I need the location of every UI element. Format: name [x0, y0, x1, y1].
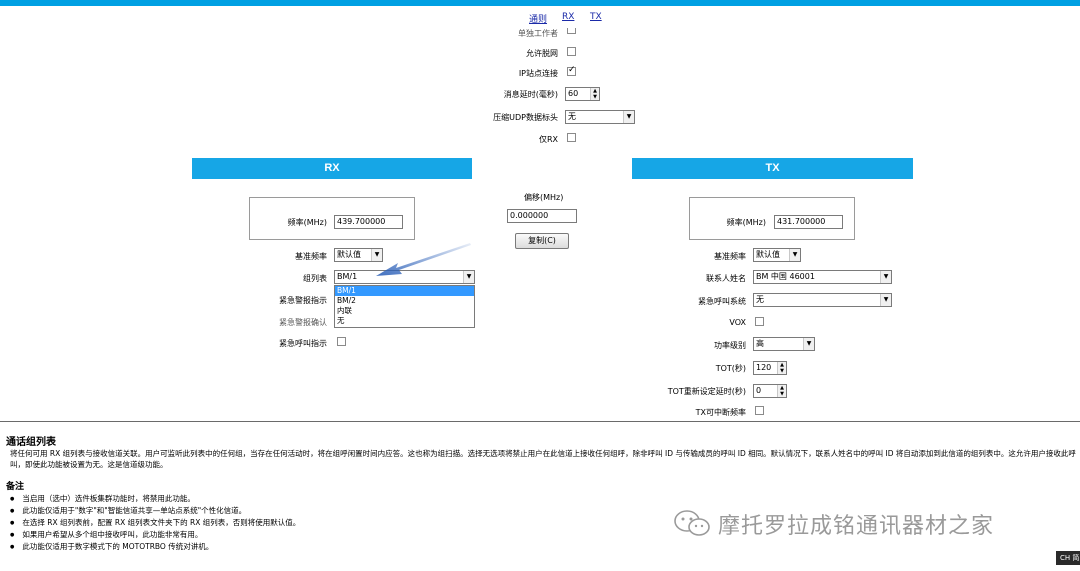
tx-freq-value: 431.700000 — [777, 217, 826, 226]
tx-power-label: 功率级别 — [714, 341, 746, 350]
offset-value: 0.000000 — [510, 211, 549, 220]
tx-contact-select[interactable]: BM 中国 46001 ▼ — [753, 270, 892, 284]
compress-udp-value: 无 — [568, 112, 576, 121]
nav-general-link[interactable]: 通则 — [529, 15, 547, 25]
tx-tot-rekey-value: 0 — [756, 386, 762, 395]
standalone-checkbox[interactable] — [567, 28, 576, 34]
tx-emergency-system-label: 紧急呼叫系统 — [698, 297, 746, 306]
help-panel: 通话组列表 将任何可用 RX 组列表与接收信道关联。用户可监听此列表中的任何组，… — [0, 422, 1080, 571]
annotation-arrow-icon — [376, 243, 471, 276]
list-item: 此功能仅适用于数字模式下的 MOTOTRBO 传统对讲机。 — [10, 541, 710, 553]
compress-udp-select[interactable]: 无 ▼ — [565, 110, 635, 124]
tx-tot-input[interactable]: 120 ▲ ▼ — [753, 361, 787, 375]
rx-emergency-alarm-ack-label: 紧急警报确认 — [279, 318, 327, 327]
watermark-text: 摩托罗拉成铭通讯器材之家 — [718, 514, 995, 539]
ime-indicator[interactable]: CH 简 — [1056, 551, 1080, 565]
tx-tot-spinner[interactable]: ▲ ▼ — [777, 362, 786, 374]
msg-timeout-value: 60 — [568, 89, 579, 98]
list-item: 此功能仅适用于"数字"和"智能信道共享—单站点系统"个性化信道。 — [10, 505, 710, 517]
rx-emergency-alarm-ind-label: 紧急警报指示 — [279, 296, 327, 305]
help-notes-list: 当启用（选中）选件板集群功能时，将禁用此功能。 此功能仅适用于"数字"和"智能信… — [10, 493, 710, 553]
nav-tx-link[interactable]: TX — [590, 12, 602, 22]
rx-only-checkbox[interactable] — [567, 133, 576, 142]
ip-site-connect-checkbox[interactable] — [567, 65, 576, 76]
tx-ref-freq-label: 基准频率 — [714, 252, 746, 261]
tx-ref-freq-value: 默认值 — [756, 250, 780, 259]
rx-freq-input[interactable]: 439.700000 — [334, 215, 403, 229]
tx-emergency-system-value: 无 — [756, 295, 764, 304]
rx-ref-freq-label: 基准频率 — [295, 252, 327, 261]
copy-button[interactable]: 复制(C) — [515, 233, 569, 249]
tx-interrupt-checkbox[interactable] — [755, 406, 764, 415]
rx-group-list-label: 组列表 — [303, 274, 327, 283]
list-item: 在选择 RX 组列表前，配置 RX 组列表文件夹下的 RX 组列表，否则将使用默… — [10, 517, 710, 529]
tx-contact-value: BM 中国 46001 — [756, 272, 815, 281]
rx-emergency-call-ind-label: 紧急呼叫指示 — [279, 339, 327, 348]
nav-rx-link[interactable]: RX — [562, 12, 574, 22]
tx-tot-rekey-label: TOT重新设定延时(秒) — [667, 387, 746, 396]
group-option-inline[interactable]: 内联 — [335, 306, 474, 316]
tx-tot-rekey-spinner[interactable]: ▲ ▼ — [777, 385, 786, 397]
msg-timeout-spinner[interactable]: ▲ ▼ — [590, 88, 599, 100]
tx-tot-label: TOT(秒) — [715, 364, 746, 373]
chevron-down-icon: ▼ — [880, 294, 891, 306]
help-body: 将任何可用 RX 组列表与接收信道关联。用户可监听此列表中的任何组，当存在任何活… — [10, 449, 1076, 469]
rx-only-label: 仅RX — [538, 135, 558, 144]
tx-tot-value: 120 — [756, 363, 772, 372]
tx-emergency-system-select[interactable]: 无 ▼ — [753, 293, 892, 307]
rx-ref-freq-value: 默认值 — [337, 250, 361, 259]
ip-site-connect-label: IP站点连接 — [518, 69, 558, 78]
tx-power-select[interactable]: 高 ▼ — [753, 337, 815, 351]
rx-group-list-dropdown: BM/1 BM/2 内联 无 — [334, 285, 475, 328]
msg-timeout-label: 消息延时(毫秒) — [503, 90, 558, 99]
rx-group-list-value: BM/1 — [337, 272, 358, 281]
tx-tot-rekey-input[interactable]: 0 ▲ ▼ — [753, 384, 787, 398]
top-accent-bar — [0, 0, 1080, 6]
tx-interrupt-label: TX可中断频率 — [695, 408, 746, 417]
chevron-down-icon: ▼ — [880, 271, 891, 283]
section-nav: 通则 — [529, 12, 547, 25]
group-option-bm1[interactable]: BM/1 — [335, 286, 474, 296]
allow-talkaround-label: 允许脱网 — [526, 49, 558, 58]
tx-freq-label: 频率(MHz) — [726, 218, 766, 227]
tx-vox-checkbox[interactable] — [755, 317, 764, 326]
rx-freq-value: 439.700000 — [337, 217, 386, 226]
chevron-down-icon: ▼ — [789, 249, 800, 261]
standalone-label: 单独工作者 — [518, 29, 558, 38]
wechat-icon — [674, 510, 710, 536]
offset-label: 偏移(MHz) — [524, 193, 564, 202]
allow-talkaround-checkbox[interactable] — [567, 47, 576, 56]
help-notes-title: 备注 — [6, 482, 25, 492]
tx-section-header: TX — [632, 158, 913, 179]
group-option-bm2[interactable]: BM/2 — [335, 296, 474, 306]
tx-power-value: 高 — [756, 339, 764, 348]
tx-freq-input[interactable]: 431.700000 — [774, 215, 843, 229]
rx-freq-label: 频率(MHz) — [287, 218, 327, 227]
chevron-down-icon: ▼ — [803, 338, 814, 350]
chevron-down-icon: ▼ — [623, 111, 634, 123]
tx-contact-label: 联系人姓名 — [706, 274, 746, 283]
compress-udp-label: 压缩UDP数据标头 — [493, 113, 558, 122]
rx-section-header: RX — [192, 158, 472, 179]
offset-input[interactable]: 0.000000 — [507, 209, 577, 223]
list-item: 如果用户希望从多个组中接收呼叫，此功能非常有用。 — [10, 529, 710, 541]
help-title: 通话组列表 — [6, 437, 56, 448]
tx-ref-freq-select[interactable]: 默认值 ▼ — [753, 248, 801, 262]
list-item: 当启用（选中）选件板集群功能时，将禁用此功能。 — [10, 493, 710, 505]
group-option-none[interactable]: 无 — [335, 316, 474, 326]
rx-emergency-call-ind-checkbox[interactable] — [337, 337, 346, 346]
tx-vox-label: VOX — [729, 318, 746, 327]
msg-timeout-input[interactable]: 60 ▲ ▼ — [565, 87, 600, 101]
